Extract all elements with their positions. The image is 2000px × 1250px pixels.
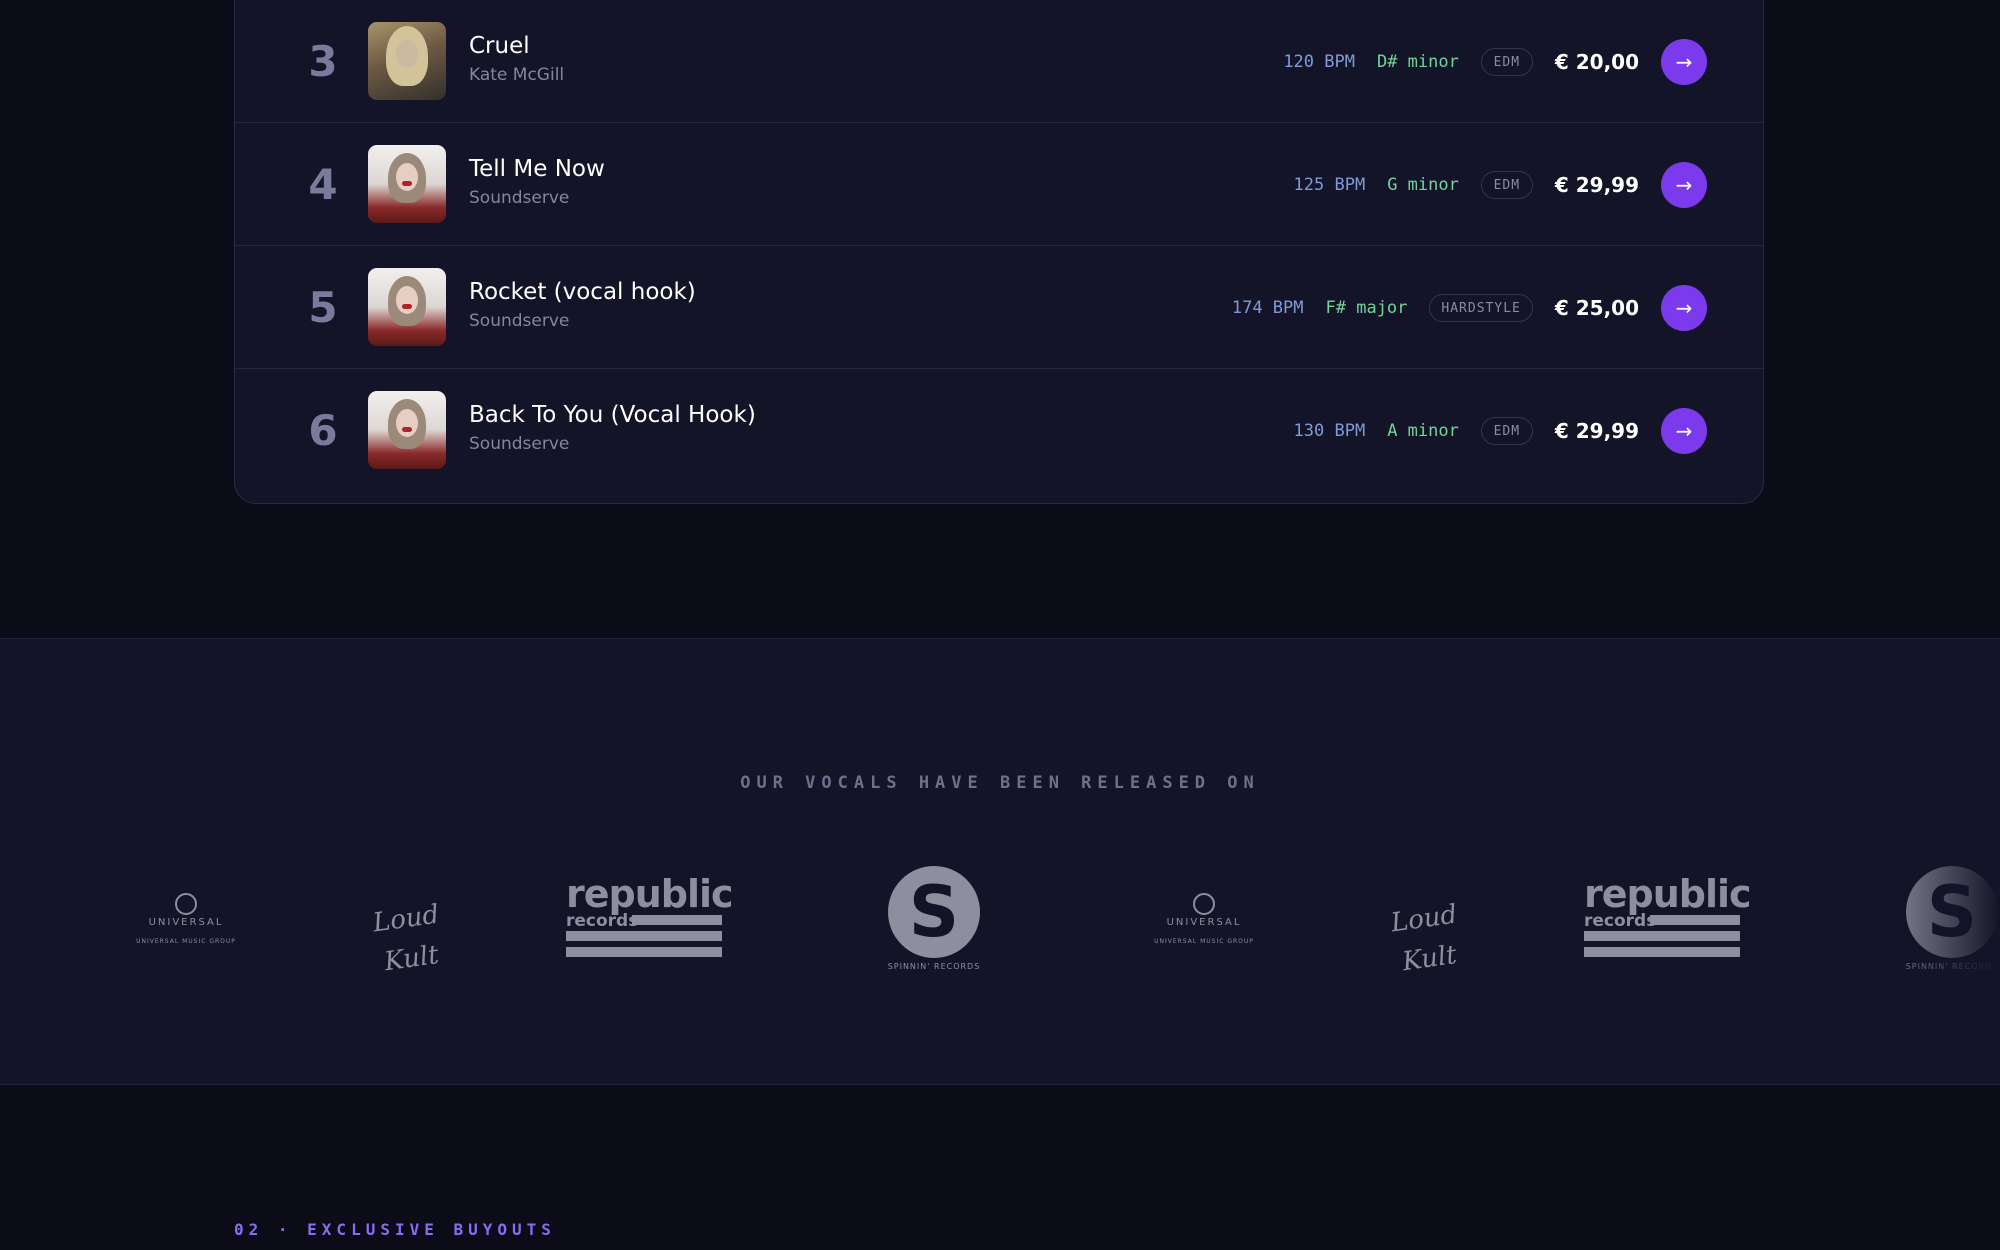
arrow-right-icon: → (1675, 50, 1693, 74)
track-bpm: 120 BPM (1283, 52, 1355, 72)
universal-logo: UNIVERSAL UNIVERSAL MUSIC GROUP (126, 893, 246, 945)
genre-badge: EDM (1480, 171, 1533, 199)
track-list: 3 Cruel Kate McGill 120 BPM D# minor EDM… (234, 0, 1764, 504)
arrow-right-icon: → (1675, 173, 1693, 197)
track-row[interactable]: 6 Back To You (Vocal Hook) Soundserve 13… (235, 368, 1763, 492)
labels-heading: OUR VOCALS HAVE BEEN RELEASED ON (740, 773, 1260, 793)
track-artist[interactable]: Soundserve (469, 433, 569, 455)
genre-badge: EDM (1480, 417, 1533, 445)
track-rank: 3 (308, 37, 338, 86)
open-track-button[interactable]: → (1661, 285, 1707, 331)
loud-kult-logo: Loud Kult (1389, 899, 1459, 978)
track-title[interactable]: Tell Me Now (469, 155, 605, 183)
arrow-right-icon: → (1675, 419, 1693, 443)
track-bpm: 125 BPM (1293, 175, 1366, 195)
track-meta: 125 BPM G minor EDM € 29,99 → (1294, 162, 1707, 208)
loud-kult-logo: Loud Kult (371, 899, 441, 978)
track-rank: 6 (308, 406, 338, 455)
open-track-button[interactable]: → (1661, 162, 1707, 208)
track-key: D# minor (1376, 52, 1459, 72)
open-track-button[interactable]: → (1661, 408, 1707, 454)
track-key: F# major (1325, 298, 1408, 318)
track-price: € 29,99 (1554, 173, 1639, 197)
universal-logo: UNIVERSAL UNIVERSAL MUSIC GROUP (1144, 893, 1264, 945)
track-row[interactable]: 5 Rocket (vocal hook) Soundserve 174 BPM… (235, 245, 1763, 369)
track-price: € 20,00 (1554, 50, 1639, 74)
republic-records-logo: republic records (1584, 875, 1752, 967)
track-meta: 174 BPM F# major HARDSTYLE € 25,00 → (1232, 285, 1707, 331)
track-row[interactable]: 3 Cruel Kate McGill 120 BPM D# minor EDM… (235, 0, 1763, 123)
track-meta: 120 BPM D# minor EDM € 20,00 → (1283, 39, 1707, 85)
track-bpm: 130 BPM (1293, 421, 1366, 441)
track-key: A minor (1387, 421, 1459, 441)
track-title[interactable]: Rocket (vocal hook) (469, 278, 696, 306)
track-price: € 29,99 (1554, 419, 1639, 443)
track-title[interactable]: Back To You (Vocal Hook) (469, 401, 756, 429)
genre-badge: EDM (1480, 48, 1533, 76)
track-meta: 130 BPM A minor EDM € 29,99 → (1294, 408, 1707, 454)
track-title[interactable]: Cruel (469, 32, 530, 60)
track-row[interactable]: 4 Tell Me Now Soundserve 125 BPM G minor… (235, 122, 1763, 246)
track-rank: 4 (308, 160, 338, 209)
track-key: G minor (1387, 175, 1459, 195)
track-cover[interactable] (368, 145, 446, 223)
track-cover[interactable] (368, 391, 446, 469)
republic-records-logo: republic records (566, 875, 734, 967)
track-artist[interactable]: Soundserve (469, 310, 569, 332)
track-cover[interactable] (368, 268, 446, 346)
track-bpm: 174 BPM (1231, 298, 1304, 318)
arrow-right-icon: → (1675, 296, 1693, 320)
marquee-fade (1880, 639, 2000, 1084)
record-labels-band: OUR VOCALS HAVE BEEN RELEASED ON UNIVERS… (0, 638, 2000, 1085)
track-price: € 25,00 (1554, 296, 1639, 320)
track-artist[interactable]: Soundserve (469, 187, 569, 209)
track-cover[interactable] (368, 22, 446, 100)
track-artist[interactable]: Kate McGill (469, 64, 564, 86)
open-track-button[interactable]: → (1661, 39, 1707, 85)
genre-badge: HARDSTYLE (1429, 294, 1533, 322)
spinnin-records-logo: S SPINNIN' RECORDS (887, 866, 981, 978)
track-rank: 5 (308, 283, 338, 332)
section-label: 02 · EXCLUSIVE BUYOUTS (234, 1220, 556, 1239)
